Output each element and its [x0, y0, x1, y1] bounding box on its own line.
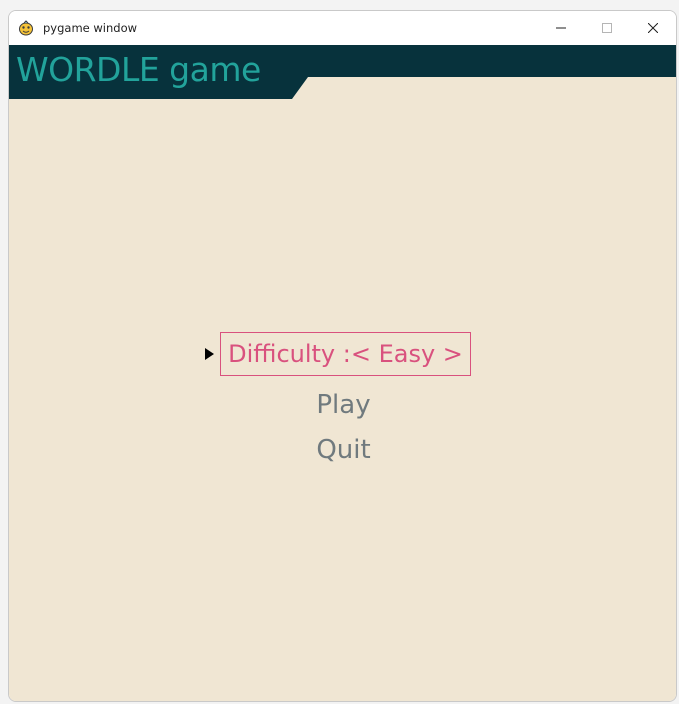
page-title: WORDLE game [16, 50, 261, 89]
play-button[interactable]: Play [9, 389, 676, 421]
maximize-icon [602, 23, 612, 33]
minimize-icon [556, 27, 566, 29]
difficulty-label: Difficulty :< Easy > [228, 340, 463, 368]
quit-button[interactable]: Quit [9, 434, 676, 466]
minimize-button[interactable] [538, 11, 584, 45]
maximize-button[interactable] [584, 11, 630, 45]
triangle-right-icon [205, 348, 214, 360]
close-icon [648, 23, 658, 33]
quit-label: Quit [316, 435, 371, 465]
difficulty-selector[interactable]: Difficulty :< Easy > [220, 332, 471, 376]
pygame-snake-icon [19, 20, 33, 36]
close-button[interactable] [630, 11, 676, 45]
app-window: pygame window WORDLE game Difficulty :< … [8, 10, 677, 702]
title-bar[interactable]: pygame window [9, 11, 676, 45]
play-label: Play [316, 390, 371, 420]
game-canvas[interactable]: WORDLE game Difficulty :< Easy > Play Qu… [9, 45, 676, 701]
window-title: pygame window [43, 21, 138, 35]
